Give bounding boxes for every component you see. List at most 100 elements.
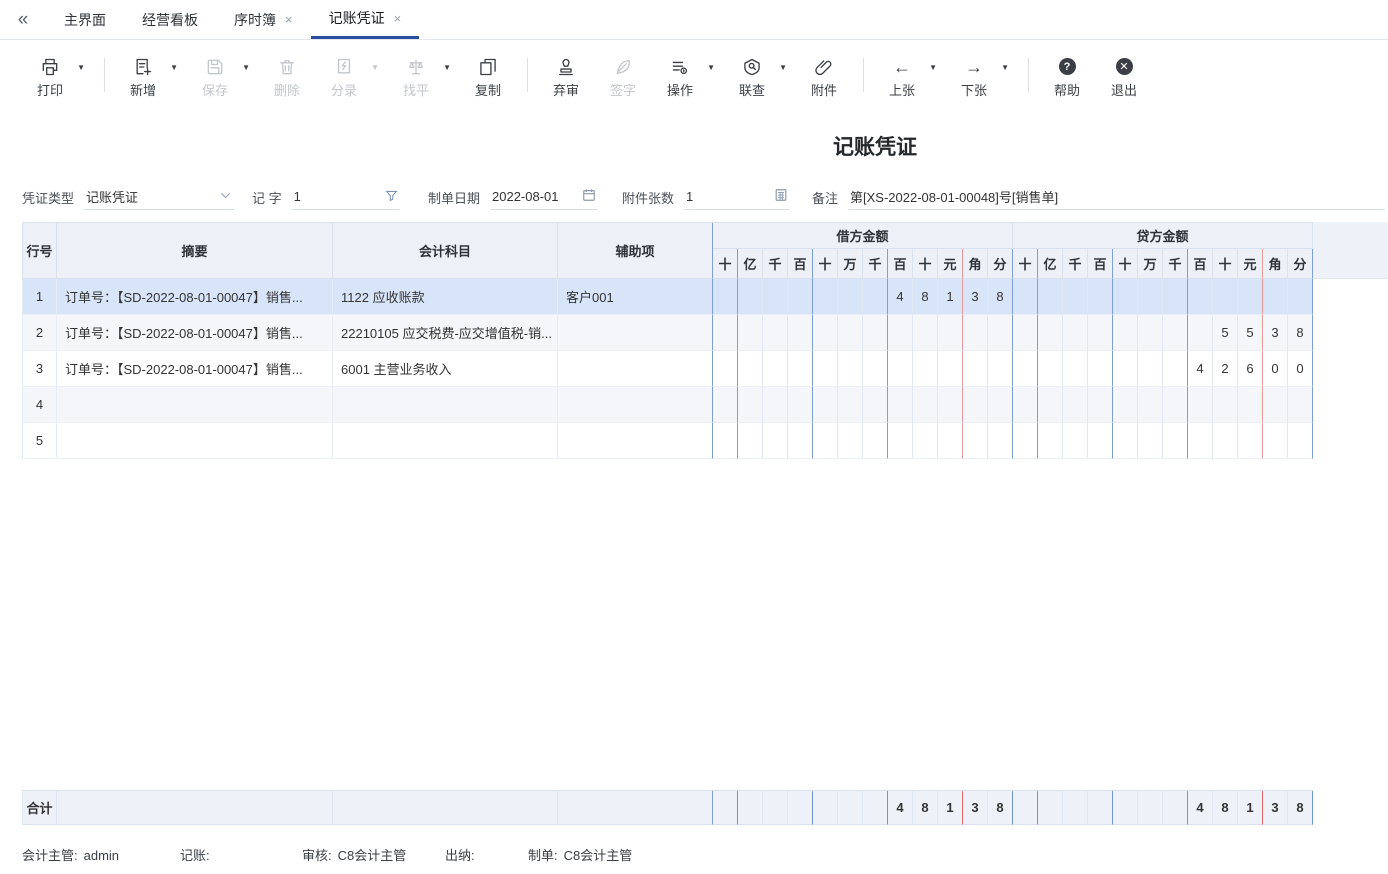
amount-digit-cell[interactable] [1163,387,1188,423]
amount-digit-cell[interactable] [738,279,763,315]
amount-digit-cell[interactable] [1213,423,1238,459]
amount-digit-cell[interactable] [713,351,738,387]
amount-digit-cell[interactable] [788,351,813,387]
summary-cell[interactable]: 订单号：【SD-2022-08-01-00047】销售... [57,315,333,351]
amount-digit-cell[interactable] [938,315,963,351]
calendar-icon[interactable] [582,188,596,205]
toolbar-button-unaudit[interactable]: 弃审 [542,56,590,99]
amount-digit-cell[interactable] [1238,279,1263,315]
amount-digit-cell[interactable] [1263,423,1288,459]
dropdown-arrow-icon[interactable]: ▼ [443,63,451,72]
tab-dashboard[interactable]: 经营看板 [124,0,216,39]
row-number-cell[interactable]: 1 [22,279,57,315]
voucher-type-select[interactable]: 记账凭证 [84,185,234,210]
amount-digit-cell[interactable] [1063,279,1088,315]
dropdown-arrow-icon[interactable]: ▼ [707,63,715,72]
dropdown-arrow-icon[interactable]: ▼ [929,63,937,72]
amount-digit-cell[interactable]: 8 [1288,315,1313,351]
amount-digit-cell[interactable] [863,351,888,387]
amount-digit-cell[interactable]: 5 [1213,315,1238,351]
auxiliary-cell[interactable] [558,423,713,459]
amount-digit-cell[interactable] [1213,387,1238,423]
amount-digit-cell[interactable] [1138,351,1163,387]
account-cell[interactable] [333,423,558,459]
toolbar-button-next[interactable]: →下张▼ [950,56,998,99]
row-number-cell[interactable]: 4 [22,387,57,423]
account-cell[interactable]: 1122 应收账款 [333,279,558,315]
amount-digit-cell[interactable] [1188,279,1213,315]
amount-digit-cell[interactable] [988,315,1013,351]
account-cell[interactable]: 22210105 应交税费-应交增值税-销... [333,315,558,351]
amount-digit-cell[interactable] [763,351,788,387]
amount-digit-cell[interactable]: 6 [1238,351,1263,387]
amount-digit-cell[interactable] [988,423,1013,459]
attachment-count-input[interactable]: 1 [684,185,790,210]
amount-digit-cell[interactable] [988,351,1013,387]
amount-digit-cell[interactable] [1163,423,1188,459]
amount-digit-cell[interactable] [913,423,938,459]
amount-digit-cell[interactable] [763,387,788,423]
dropdown-arrow-icon[interactable]: ▼ [1001,63,1009,72]
toolbar-button-sign[interactable]: 签字 [599,56,647,99]
row-number-cell[interactable]: 5 [22,423,57,459]
amount-digit-cell[interactable] [1038,387,1063,423]
amount-digit-cell[interactable] [963,387,988,423]
amount-digit-cell[interactable] [1188,387,1213,423]
amount-digit-cell[interactable]: 3 [963,279,988,315]
summary-cell[interactable]: 订单号：【SD-2022-08-01-00047】销售... [57,351,333,387]
amount-digit-cell[interactable] [1238,423,1263,459]
toolbar-button-new[interactable]: 新增▼ [119,56,167,99]
amount-digit-cell[interactable] [863,423,888,459]
amount-digit-cell[interactable] [1038,351,1063,387]
amount-digit-cell[interactable] [1063,315,1088,351]
toolbar-button-copy[interactable]: 复制 [464,56,512,99]
amount-digit-cell[interactable] [763,315,788,351]
close-icon[interactable]: × [285,13,293,26]
amount-digit-cell[interactable] [1088,387,1113,423]
dropdown-arrow-icon[interactable]: ▼ [77,63,85,72]
chevron-down-icon[interactable] [219,189,232,205]
amount-digit-cell[interactable] [1213,279,1238,315]
amount-digit-cell[interactable] [1088,315,1113,351]
amount-digit-cell[interactable] [1088,351,1113,387]
amount-digit-cell[interactable] [713,387,738,423]
amount-digit-cell[interactable] [788,387,813,423]
amount-digit-cell[interactable] [1288,423,1313,459]
amount-digit-cell[interactable] [913,315,938,351]
amount-digit-cell[interactable] [1138,279,1163,315]
amount-digit-cell[interactable] [1013,387,1038,423]
amount-digit-cell[interactable] [863,279,888,315]
amount-digit-cell[interactable]: 0 [1288,351,1313,387]
amount-digit-cell[interactable] [838,423,863,459]
amount-digit-cell[interactable] [1138,387,1163,423]
amount-digit-cell[interactable] [1063,351,1088,387]
amount-digit-cell[interactable] [838,279,863,315]
amount-digit-cell[interactable] [1288,279,1313,315]
toolbar-button-help[interactable]: ?帮助 [1043,56,1091,99]
amount-digit-cell[interactable] [1138,423,1163,459]
summary-cell[interactable] [57,387,333,423]
amount-digit-cell[interactable]: 2 [1213,351,1238,387]
amount-digit-cell[interactable] [838,351,863,387]
amount-digit-cell[interactable] [788,315,813,351]
amount-digit-cell[interactable] [1163,315,1188,351]
amount-digit-cell[interactable] [813,351,838,387]
amount-digit-cell[interactable] [938,387,963,423]
amount-digit-cell[interactable] [1113,423,1138,459]
amount-digit-cell[interactable] [1063,387,1088,423]
tab-journal[interactable]: 序时簿× [216,0,311,39]
amount-digit-cell[interactable] [1188,315,1213,351]
amount-digit-cell[interactable]: 4 [888,279,913,315]
amount-digit-cell[interactable] [1263,387,1288,423]
amount-digit-cell[interactable]: 1 [938,279,963,315]
amount-digit-cell[interactable] [763,279,788,315]
amount-digit-cell[interactable] [888,423,913,459]
amount-digit-cell[interactable] [838,315,863,351]
amount-digit-cell[interactable]: 8 [913,279,938,315]
amount-digit-cell[interactable] [1113,351,1138,387]
auxiliary-cell[interactable] [558,387,713,423]
toolbar-button-delete[interactable]: 删除 [263,56,311,99]
amount-digit-cell[interactable] [1138,315,1163,351]
amount-digit-cell[interactable] [813,387,838,423]
amount-digit-cell[interactable] [1038,423,1063,459]
